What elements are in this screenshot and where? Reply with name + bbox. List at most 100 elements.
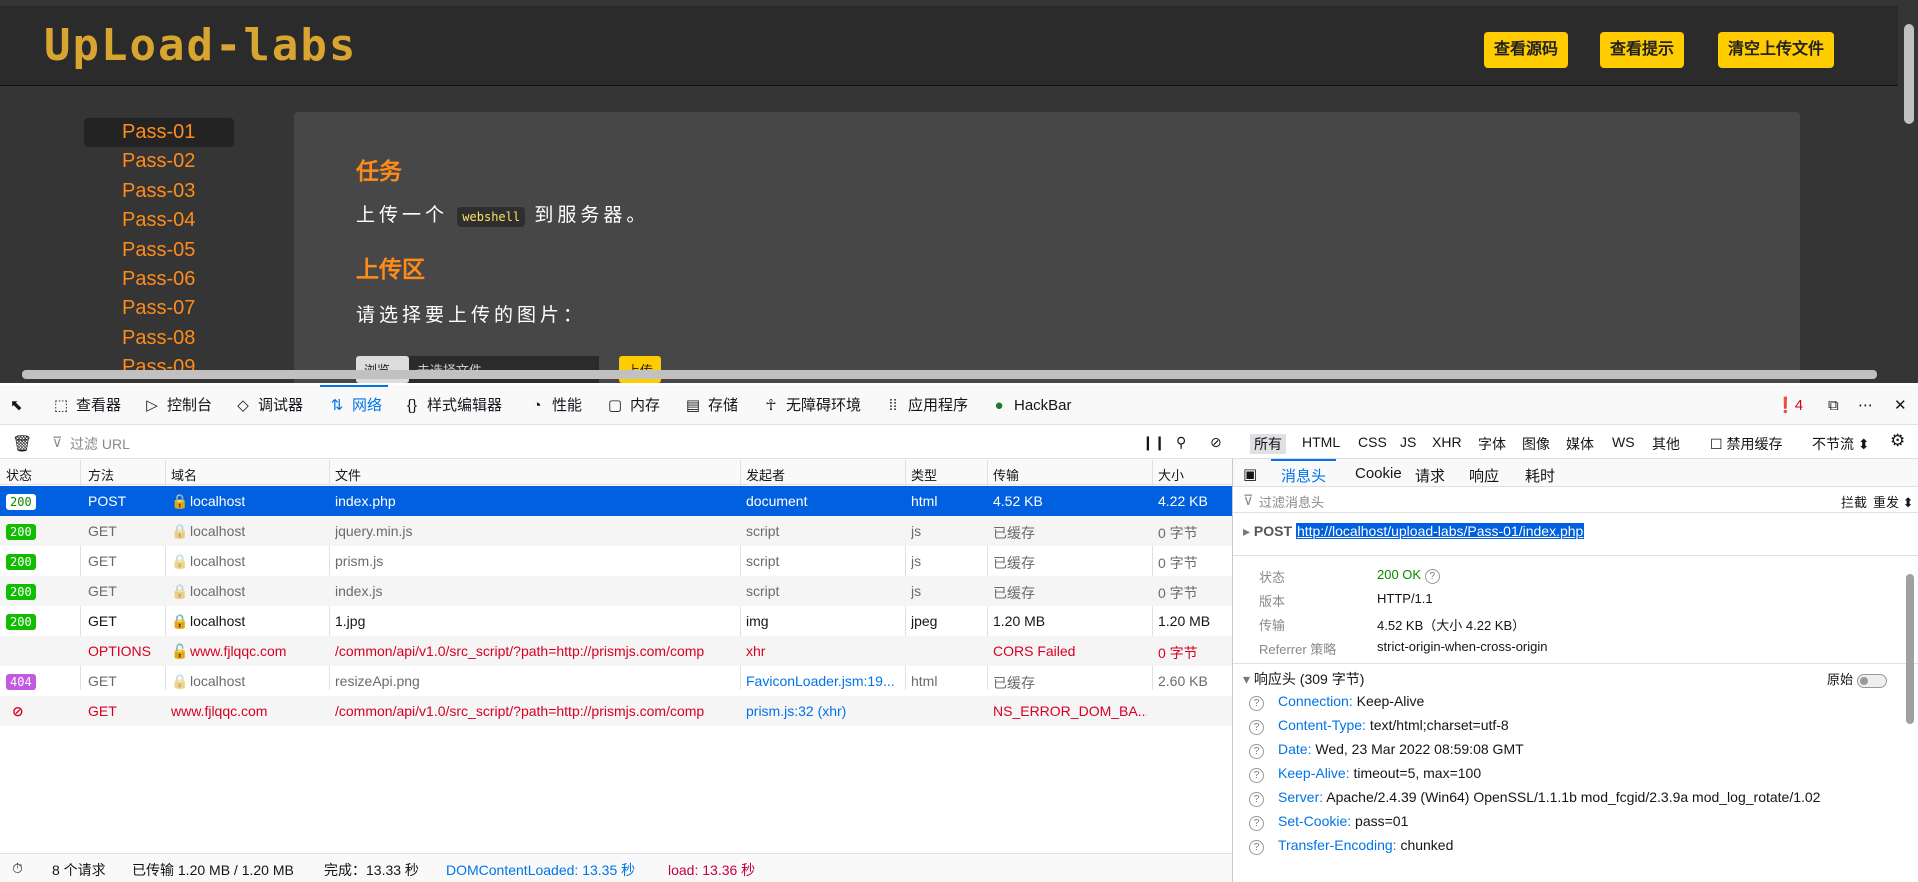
headers-filter-input[interactable]: 过滤消息头 <box>1259 492 1324 511</box>
search-icon[interactable]: ⚲ <box>1176 434 1186 451</box>
table-row[interactable]: ⊘ GET www.fjlqqc.com /common/api/v1.0/sr… <box>0 696 1232 726</box>
filter-html[interactable]: HTML <box>1302 434 1340 450</box>
tab-performance[interactable]: ◔ 性能 <box>528 395 582 417</box>
tab-request[interactable]: 请求 <box>1415 465 1445 486</box>
help-icon[interactable]: ? <box>1424 569 1440 584</box>
tab-hackbar[interactable]: ● HackBar <box>990 395 1071 417</box>
sidebar-item-pass-06[interactable]: Pass-06 <box>84 265 234 294</box>
dock-icon[interactable]: ⧉ <box>1828 395 1839 417</box>
table-row[interactable]: 200 GET 🔒 localhost jquery.min.js script… <box>0 516 1232 546</box>
status-badge: 200 <box>6 584 36 600</box>
help-icon[interactable]: ? <box>1249 816 1264 831</box>
col-size[interactable]: 大小 <box>1158 465 1184 484</box>
col-initiator[interactable]: 发起者 <box>746 465 785 484</box>
col-method[interactable]: 方法 <box>88 465 114 484</box>
sidebar-item-pass-03[interactable]: Pass-03 <box>84 177 234 206</box>
request-summary[interactable]: ▸ POST http://localhost/upload-labs/Pass… <box>1243 523 1585 540</box>
response-headers-toggle[interactable]: ▾ 响应头 (309 字节) <box>1243 669 1364 689</box>
close-icon[interactable]: ✕ <box>1894 395 1907 417</box>
filter-images[interactable]: 图像 <box>1522 434 1550 454</box>
element-picker-icon[interactable]: ⬉ <box>10 395 23 417</box>
tab-accessibility[interactable]: ☥ 无障碍环境 <box>762 395 861 417</box>
filter-ws[interactable]: WS <box>1612 434 1635 450</box>
col-domain[interactable]: 域名 <box>171 465 197 484</box>
block-icon[interactable]: ⊘ <box>1210 434 1222 451</box>
trash-icon[interactable]: 🗑 <box>12 434 32 454</box>
help-icon[interactable]: ? <box>1249 792 1264 807</box>
error-indicator[interactable]: ❗4 <box>1776 395 1803 417</box>
tab-response[interactable]: 响应 <box>1469 465 1499 486</box>
table-row[interactable]: 200 GET 🔒 localhost index.js script js 已… <box>0 576 1232 606</box>
tab-timings[interactable]: 耗时 <box>1525 465 1555 486</box>
page-vertical-scrollbar[interactable] <box>1904 24 1914 124</box>
filter-all[interactable]: 所有 <box>1250 434 1286 454</box>
type-cell: html <box>911 673 938 689</box>
toggle-sidebar-icon[interactable]: ▣ <box>1243 465 1257 483</box>
url-filter-input[interactable]: 过滤 URL <box>70 434 130 454</box>
filter-xhr[interactable]: XHR <box>1432 434 1462 450</box>
details-scrollbar[interactable] <box>1906 574 1914 724</box>
filter-fonts[interactable]: 字体 <box>1478 434 1506 454</box>
clear-uploads-button[interactable]: 清空上传文件 <box>1718 32 1835 68</box>
tab-headers[interactable]: 消息头 <box>1270 459 1337 486</box>
tab-network[interactable]: ⇅ 网络 <box>319 385 389 417</box>
site-logo[interactable]: UpLoad-labs <box>44 20 357 71</box>
col-transfer[interactable]: 传输 <box>993 465 1019 484</box>
disable-cache-checkbox[interactable]: ☐ 禁用缓存 <box>1710 434 1782 454</box>
resend-button[interactable]: 重发 ⬍ <box>1873 492 1914 511</box>
table-row[interactable]: OPTIONS 🔓 www.fjlqqc.com /common/api/v1.… <box>0 636 1232 666</box>
sidebar-item-pass-05[interactable]: Pass-05 <box>84 236 234 265</box>
table-row[interactable]: 200 GET 🔒 localhost prism.js script js 已… <box>0 546 1232 576</box>
tab-cookies[interactable]: Cookie <box>1355 465 1402 482</box>
method-cell: GET <box>88 523 117 539</box>
tab-inspector[interactable]: ⬚ 查看器 <box>52 395 121 417</box>
initiator-link[interactable]: prism.js:32 (xhr) <box>746 703 900 719</box>
stopwatch-icon[interactable]: ⏱ <box>12 860 23 877</box>
col-file[interactable]: 文件 <box>335 465 361 484</box>
request-url[interactable]: http://localhost/upload-labs/Pass-01/ind… <box>1295 523 1585 539</box>
help-icon[interactable]: ? <box>1249 840 1264 855</box>
col-status[interactable]: 状态 <box>6 465 32 484</box>
tab-label: 内存 <box>630 397 661 414</box>
more-options-icon[interactable]: ⋯ <box>1858 395 1873 417</box>
initiator-link[interactable]: FaviconLoader.jsm:19... <box>746 673 900 689</box>
view-source-button[interactable]: 查看源码 <box>1484 32 1569 68</box>
help-icon[interactable]: ? <box>1249 696 1264 711</box>
filter-css[interactable]: CSS <box>1358 434 1387 450</box>
transfer-cell: 已缓存 <box>993 675 1035 691</box>
method-cell: GET <box>88 613 117 629</box>
view-hint-button[interactable]: 查看提示 <box>1600 32 1685 68</box>
filter-media[interactable]: 媒体 <box>1566 434 1594 454</box>
sidebar-item-pass-08[interactable]: Pass-08 <box>84 324 234 353</box>
table-row[interactable]: 200 POST 🔒 localhost index.php document … <box>0 486 1232 516</box>
help-icon[interactable]: ? <box>1249 768 1264 783</box>
page-horizontal-scrollbar[interactable] <box>22 370 1877 379</box>
type-cell: js <box>911 583 922 599</box>
help-icon[interactable]: ? <box>1249 720 1264 735</box>
col-type[interactable]: 类型 <box>911 465 937 484</box>
table-row[interactable]: 404 GET 🔒 localhost resizeApi.png Favico… <box>0 666 1232 696</box>
table-row[interactable]: 200 GET 🔒 localhost 1.jpg img jpeg 1.20 … <box>0 606 1232 636</box>
lock-icon: 🔒 <box>171 583 189 599</box>
filter-other[interactable]: 其他 <box>1652 434 1680 454</box>
tab-storage[interactable]: ▤ 存储 <box>684 395 738 417</box>
tab-application[interactable]: ⁞⁞ 应用程序 <box>884 395 968 417</box>
raw-toggle[interactable]: 原始 <box>1827 669 1887 688</box>
sidebar-item-pass-04[interactable]: Pass-04 <box>84 206 234 235</box>
sidebar-item-pass-01[interactable]: Pass-01 <box>84 118 234 148</box>
throttle-select[interactable]: 不节流 ⬍ <box>1812 434 1870 454</box>
help-icon[interactable]: ? <box>1249 744 1264 759</box>
tab-style-editor[interactable]: {} 样式编辑器 <box>403 395 502 417</box>
tab-memory[interactable]: ▢ 内存 <box>606 395 660 417</box>
tab-debugger[interactable]: ◇ 调试器 <box>234 395 303 417</box>
method-cell: OPTIONS <box>88 643 152 659</box>
toggle-switch[interactable] <box>1856 673 1887 688</box>
pause-icon[interactable]: ❙❙ <box>1142 434 1165 451</box>
filter-js[interactable]: JS <box>1400 434 1416 450</box>
tab-console[interactable]: ▷ 控制台 <box>143 395 212 417</box>
transfer-cell: 已缓存 <box>993 585 1035 601</box>
block-button[interactable]: 拦截 <box>1841 492 1867 511</box>
sidebar-item-pass-07[interactable]: Pass-07 <box>84 294 234 323</box>
sidebar-item-pass-02[interactable]: Pass-02 <box>84 147 234 176</box>
settings-gear-icon[interactable]: ⚙ <box>1890 431 1905 451</box>
